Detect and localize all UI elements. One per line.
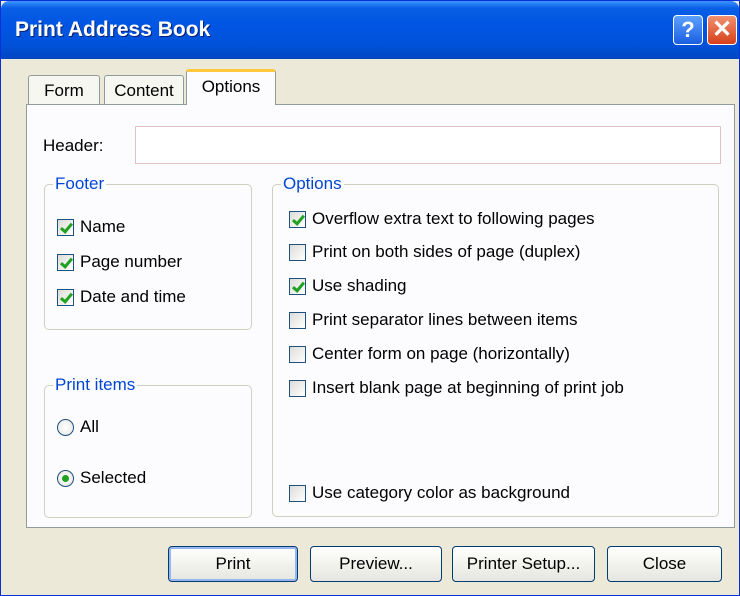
print-items-all-radio[interactable] <box>57 418 74 436</box>
separator-lines-checkbox[interactable] <box>289 311 306 329</box>
category-color-option[interactable]: Use category color as background <box>289 482 570 504</box>
blank-page-option[interactable]: Insert blank page at beginning of print … <box>289 377 624 399</box>
blank-page-label: Insert blank page at beginning of print … <box>312 378 624 397</box>
print-address-book-dialog: Print Address Book ? ✕ Form Content Opti… <box>0 0 740 596</box>
overflow-option[interactable]: Overflow extra text to following pages <box>289 208 595 230</box>
footer-name-option[interactable]: Name <box>57 216 125 238</box>
print-items-selected-option[interactable]: Selected <box>57 467 146 489</box>
title-bar[interactable]: Print Address Book ? ✕ <box>1 1 739 59</box>
footer-date-time-label: Date and time <box>80 287 186 306</box>
print-items-selected-radio[interactable] <box>57 469 74 487</box>
preview-button[interactable]: Preview... <box>310 546 442 582</box>
footer-page-number-label: Page number <box>80 252 183 271</box>
footer-page-number-option[interactable]: Page number <box>57 251 182 273</box>
options-group: Options Overflow extra text to following… <box>272 174 719 517</box>
blank-page-checkbox[interactable] <box>289 379 306 397</box>
print-items-group-title: Print items <box>53 375 138 395</box>
header-input[interactable] <box>135 126 721 164</box>
shading-label: Use shading <box>312 276 407 295</box>
window-title: Print Address Book <box>15 18 211 41</box>
duplex-checkbox[interactable] <box>289 243 306 261</box>
footer-group: Footer Name Page number Date and time <box>44 174 252 330</box>
header-label: Header: <box>43 136 104 155</box>
shading-option[interactable]: Use shading <box>289 275 407 297</box>
print-items-group: Print items All Selected <box>44 375 252 518</box>
tab-content[interactable]: Content <box>104 75 184 105</box>
print-items-selected-label: Selected <box>80 468 147 487</box>
footer-group-title: Footer <box>53 174 107 194</box>
category-color-label: Use category color as background <box>312 483 570 502</box>
overflow-label: Overflow extra text to following pages <box>312 209 595 228</box>
tab-form[interactable]: Form <box>28 75 100 105</box>
footer-name-checkbox[interactable] <box>57 218 74 236</box>
category-color-checkbox[interactable] <box>289 484 306 502</box>
print-button[interactable]: Print <box>168 546 298 582</box>
options-panel: Header: Footer Name Page number Date and… <box>26 104 735 528</box>
close-button[interactable]: Close <box>607 546 722 582</box>
footer-date-time-checkbox[interactable] <box>57 288 74 306</box>
close-icon[interactable]: ✕ <box>707 15 737 45</box>
tab-options[interactable]: Options <box>186 69 276 105</box>
printer-setup-button[interactable]: Printer Setup... <box>452 546 595 582</box>
options-group-title: Options <box>281 174 344 194</box>
footer-date-time-option[interactable]: Date and time <box>57 286 186 308</box>
help-icon[interactable]: ? <box>673 15 703 45</box>
footer-name-label: Name <box>80 217 126 236</box>
duplex-label: Print on both sides of page (duplex) <box>312 242 581 261</box>
footer-page-number-checkbox[interactable] <box>57 253 74 271</box>
separator-lines-label: Print separator lines between items <box>312 310 578 329</box>
print-items-all-option[interactable]: All <box>57 416 99 438</box>
separator-lines-option[interactable]: Print separator lines between items <box>289 309 578 331</box>
center-form-option[interactable]: Center form on page (horizontally) <box>289 343 570 365</box>
print-items-all-label: All <box>80 417 99 436</box>
overflow-checkbox[interactable] <box>289 210 306 228</box>
shading-checkbox[interactable] <box>289 277 306 295</box>
center-form-label: Center form on page (horizontally) <box>312 344 570 363</box>
center-form-checkbox[interactable] <box>289 345 306 363</box>
duplex-option[interactable]: Print on both sides of page (duplex) <box>289 241 580 263</box>
